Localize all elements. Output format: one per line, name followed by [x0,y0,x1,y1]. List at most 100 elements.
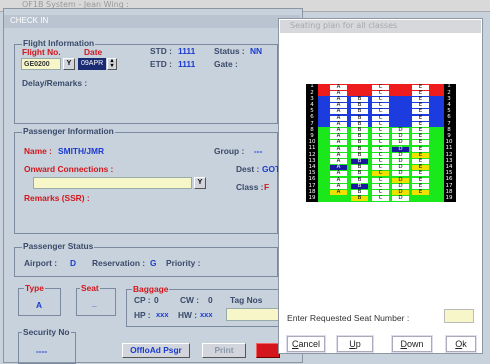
seat-cell[interactable]: D [392,177,409,183]
seat-cell[interactable]: E [412,109,429,115]
hp-value: xxx [156,310,169,319]
flight-no-input[interactable]: GE0200 [21,58,61,70]
delay-remarks-label: Delay/Remarks : [22,78,88,88]
seat-cell[interactable]: C [372,115,389,121]
seat-cell[interactable]: E [412,140,429,146]
up-label: p [355,339,361,349]
date-spinner[interactable]: ▴ ▾ [107,58,117,70]
std-value: 1111 [178,46,196,56]
etd-label: ETD : [150,59,172,69]
seat-cell[interactable]: A [330,109,347,115]
seat-cell[interactable]: A [330,146,347,152]
status-label: Status : [214,46,245,56]
date-input[interactable]: 09APR [78,58,106,70]
seat-cell[interactable]: B [351,146,368,152]
etd-value: 1111 [178,59,196,69]
hp-label: HP : [134,310,151,320]
name-label: Name : [24,146,52,156]
down-button[interactable]: Down [392,336,432,352]
offload-passenger-button[interactable]: OffloAd Psgr [122,343,190,358]
seat-cell[interactable]: E [412,189,429,195]
seat-row-number: 16 [307,176,317,183]
seat-cell[interactable]: A [330,140,347,146]
status-value: NN [250,46,263,56]
seat-cell[interactable]: E [412,115,429,121]
seat-cell[interactable]: E [412,84,429,90]
seat-cell[interactable]: C [372,177,389,183]
seat-cell[interactable]: E [412,177,429,183]
seat-cell[interactable]: D [392,171,409,177]
seat-cell[interactable]: A [330,171,347,177]
cancel-button[interactable]: Cancel [287,336,325,352]
airport-label: Airport : [24,258,58,268]
passenger-info-title: Passenger Information [22,126,115,136]
seat-cell[interactable]: C [372,84,389,90]
seat-row-number: 6 [444,115,454,121]
up-button[interactable]: Up [337,336,373,352]
cp-label: CP : [134,295,151,305]
seat-row-number: 11 [307,145,317,152]
onward-dropdown[interactable]: Y [194,177,206,189]
seat-cell[interactable]: A [330,177,347,183]
seat-row-number: 6 [307,115,317,121]
requested-seat-input[interactable] [444,309,474,323]
seat-cell[interactable]: D [392,140,409,146]
seat-title: Seat [80,283,100,293]
name-value: SMITH/JMR [58,146,105,156]
seat-cell[interactable]: A [330,115,347,121]
seat-cell[interactable]: A [330,84,347,90]
date-label: Date [84,47,103,57]
seat-row-number: 19 [444,194,454,202]
ok-button[interactable]: Ok [446,336,476,352]
cancel-label: ancel [298,339,320,349]
cp-value: 0 [154,295,159,305]
seat-cell[interactable]: C [372,140,389,146]
seat-cell[interactable]: B [351,109,368,115]
seat-cell[interactable]: E [412,146,429,152]
down-label: own [406,339,424,349]
tag-nos-label: Tag Nos [230,295,263,305]
seat-cell[interactable]: E [412,171,429,177]
seating-plan-title-bar: Seating plan for all classes [280,20,481,33]
seat-cell[interactable]: A [330,189,347,195]
seat-cell[interactable]: C [372,195,389,202]
priority-label: Priority : [166,258,201,268]
dest-label: Dest : [236,164,260,174]
group-value: --- [254,146,263,156]
checkin-header: CHECK IN [4,15,300,28]
seat-cell[interactable]: C [372,171,389,177]
seat-map: 11ACE22ACE33ABCE44ABCE55ABCE66ABCE77ABCE… [306,84,456,202]
hw-value: xxx [200,310,213,319]
seat-cell[interactable]: B [351,140,368,146]
seat-cell[interactable]: C [372,146,389,152]
spin-down-icon[interactable]: ▾ [110,63,113,69]
exit-button[interactable] [256,343,280,358]
seating-plan-title: Seating plan for all classes [290,21,398,30]
seat-row-number: 1 [307,84,317,90]
class-label: Class : [236,182,264,192]
tag-nos-input[interactable] [226,308,282,321]
seat-row-number: 19 [307,194,317,202]
seat-cell[interactable]: B [351,195,368,202]
seat-cell[interactable]: B [351,115,368,121]
security-no-title: Security No [22,327,71,337]
seat-cell[interactable]: D [392,195,409,202]
cw-label: CW : [180,295,200,305]
reservation-label: Reservation : [92,258,146,268]
reservation-value: G [150,258,157,268]
seat-cell[interactable]: D [392,146,409,152]
seat-cell[interactable]: C [372,109,389,115]
seating-plan-window: Seating plan for all classes 11ACE22ACE3… [278,18,483,354]
hw-label: HW : [178,310,198,320]
onward-connections-input[interactable] [33,177,192,189]
seat-row-number: 16 [444,176,454,183]
print-button[interactable]: Print [202,343,246,358]
std-label: STD : [150,46,172,56]
flight-no-dropdown[interactable]: Y [63,58,75,70]
seat-cell[interactable]: B [351,177,368,183]
passenger-status-title: Passenger Status [22,241,95,251]
seat-cell[interactable]: B [351,171,368,177]
class-value: F [264,182,270,192]
remarks-ssr-label: Remarks (SSR) : [24,193,90,203]
checkin-title: CHECK IN [10,16,49,25]
